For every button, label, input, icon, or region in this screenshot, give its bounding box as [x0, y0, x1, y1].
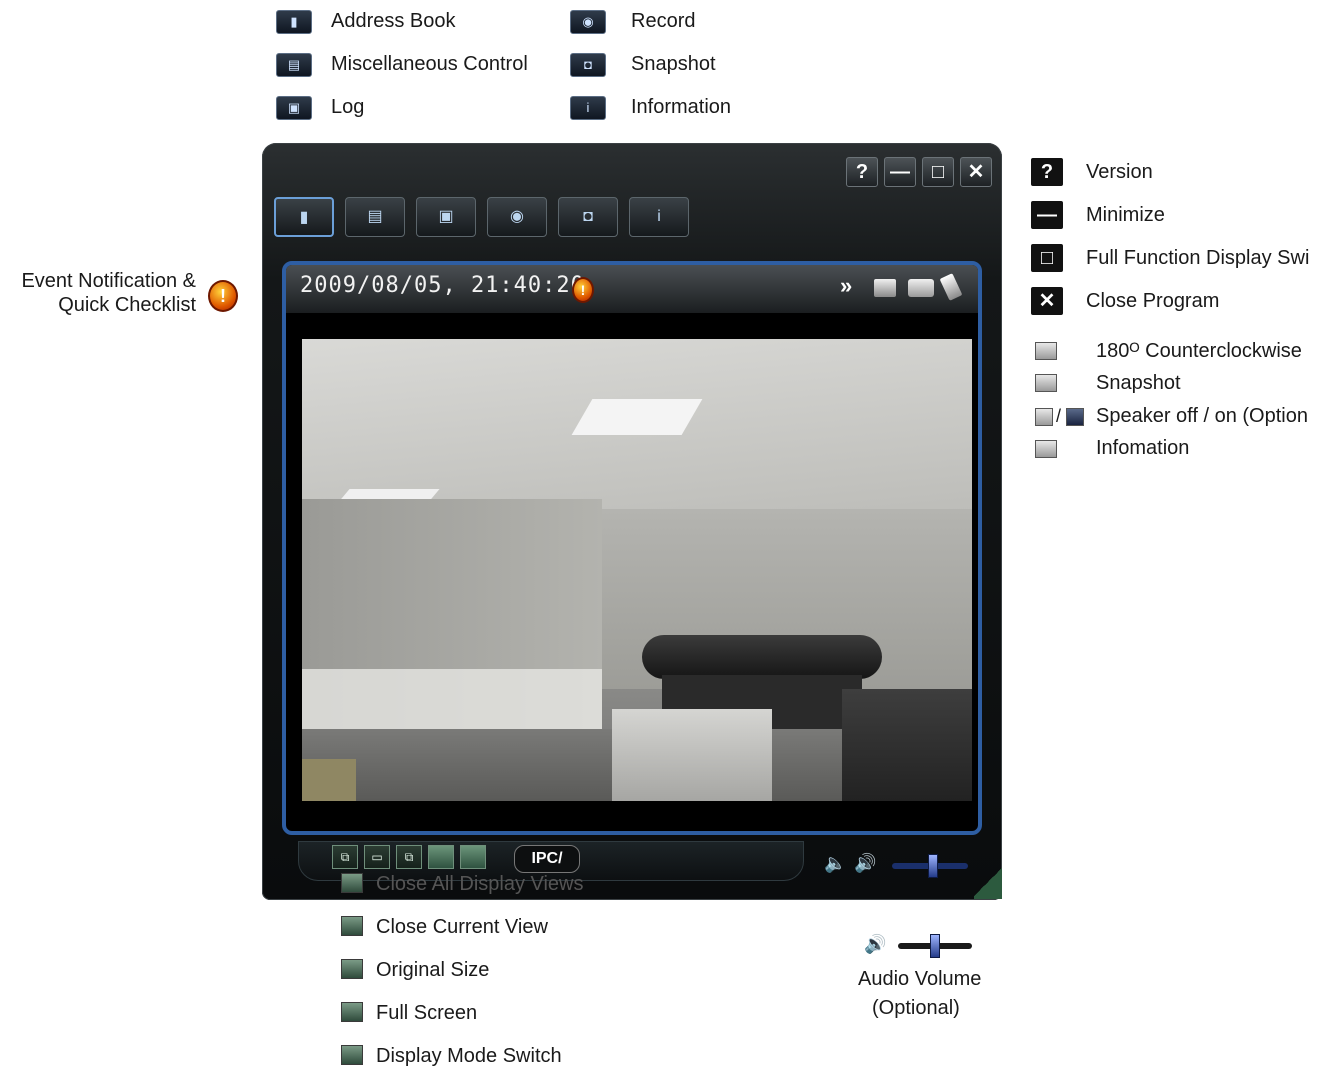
- plotter: [642, 635, 882, 679]
- volume-slider-knob[interactable]: [928, 854, 938, 878]
- rotate-button[interactable]: [874, 279, 896, 297]
- full-function-display-button[interactable]: □: [922, 157, 954, 187]
- legend-close-program: Close Program: [1086, 290, 1220, 312]
- cubicle: [612, 709, 772, 801]
- legend-information: Information: [631, 96, 732, 118]
- annotation-quick-checklist: Quick Checklist: [58, 294, 196, 316]
- camera-snapshot-icon: [1035, 374, 1057, 392]
- ceiling-light: [571, 399, 703, 435]
- legend-original-size: Original Size: [376, 959, 490, 981]
- legend-speaker: Speaker off / on (Option: [1096, 405, 1308, 427]
- legend-version: Version: [1086, 161, 1153, 183]
- close-current-view-button[interactable]: ▭: [364, 845, 390, 869]
- speaker-icon[interactable]: 🔊: [854, 853, 876, 874]
- legend-close-current-view: Close Current View: [376, 916, 548, 938]
- resize-corner[interactable]: [974, 865, 1002, 899]
- timestamp: 2009/08/05, 21:40:20: [300, 273, 585, 298]
- legend-record: Record: [631, 10, 696, 32]
- speaker-on-icon: [1066, 408, 1084, 426]
- legend-misc-control: Miscellaneous Control: [331, 53, 528, 75]
- speaker-off-icon: [1035, 408, 1053, 426]
- information-button[interactable]: i: [629, 197, 689, 237]
- display-mode-switch-button[interactable]: [460, 845, 486, 869]
- log-icon: ▣: [276, 96, 312, 120]
- legend-minimize: Minimize: [1086, 204, 1165, 226]
- event-notification-button[interactable]: !: [572, 277, 594, 303]
- legend-full-function-display: Full Function Display Swi: [1086, 247, 1310, 269]
- app-window: ? — □ ✕ ▮ ▤ ▣ ◉ ◘ i 2009/08/05, 21:40:20…: [262, 143, 1002, 900]
- info-bubble-icon: [1035, 440, 1057, 458]
- audio-speaker-icon: 🔊: [864, 934, 887, 954]
- information-icon: i: [570, 96, 606, 120]
- event-alert-icon: !: [208, 280, 238, 312]
- record-icon: ◉: [570, 10, 606, 34]
- close-current-view-icon: [341, 916, 363, 936]
- version-button[interactable]: ?: [846, 157, 878, 187]
- expand-icon[interactable]: »: [840, 273, 852, 299]
- display-mode-switch-icon: [341, 1045, 363, 1065]
- close-program-icon: ✕: [1031, 287, 1063, 315]
- ipc-tab[interactable]: IPC/: [514, 845, 580, 873]
- desk: [842, 689, 972, 801]
- legend-snapshot: Snapshot: [631, 53, 716, 75]
- annotation-event-notification: Event Notification &: [21, 270, 196, 292]
- minimize-button[interactable]: —: [884, 157, 916, 187]
- rotate-icon: [1035, 342, 1057, 360]
- original-size-icon: [341, 959, 363, 979]
- slash-separator: /: [1056, 406, 1062, 426]
- full-screen-button[interactable]: [428, 845, 454, 869]
- legend-display-mode-switch: Display Mode Switch: [376, 1045, 562, 1067]
- miscellaneous-control-button[interactable]: ▤: [345, 197, 405, 237]
- audio-volume-knob: [930, 934, 940, 958]
- close-all-views-button[interactable]: ⧉: [332, 845, 358, 869]
- close-button[interactable]: ✕: [960, 157, 992, 187]
- snapshot-button[interactable]: ◘: [558, 197, 618, 237]
- version-icon: ?: [1031, 158, 1063, 186]
- annotation-optional: (Optional): [872, 997, 960, 1019]
- address-book-icon: ▮: [276, 10, 312, 34]
- snapshot-camera-button[interactable]: [908, 279, 934, 297]
- camera-feed[interactable]: [302, 339, 972, 801]
- original-size-button[interactable]: ⧉: [396, 845, 422, 869]
- mute-icon[interactable]: 🔈: [824, 853, 846, 874]
- legend-camera-snapshot: Snapshot: [1096, 372, 1181, 394]
- annotation-audio-volume: Audio Volume: [858, 968, 982, 990]
- speaker-toggle-button[interactable]: [939, 273, 963, 301]
- legend-log: Log: [331, 96, 365, 118]
- legend-rotate: 180ᴼ Counterclockwise: [1096, 340, 1302, 362]
- snapshot-icon: ◘: [570, 53, 606, 77]
- close-all-views-icon: [341, 873, 363, 893]
- video-viewer: 2009/08/05, 21:40:20 ! »: [282, 261, 982, 835]
- miscellaneous-control-icon: ▤: [276, 53, 312, 77]
- viewer-header: 2009/08/05, 21:40:20 ! »: [286, 265, 978, 313]
- full-screen-icon: [341, 1002, 363, 1022]
- legend-close-all-views: Close All Display Views: [376, 873, 584, 895]
- log-button[interactable]: ▣: [416, 197, 476, 237]
- full-function-display-icon: □: [1031, 244, 1063, 272]
- minimize-icon: —: [1031, 201, 1063, 229]
- box: [302, 759, 356, 801]
- legend-full-screen: Full Screen: [376, 1002, 478, 1024]
- legend-infomation: Infomation: [1096, 437, 1190, 459]
- legend-address-book: Address Book: [331, 10, 456, 32]
- address-book-button[interactable]: ▮: [274, 197, 334, 237]
- record-button[interactable]: ◉: [487, 197, 547, 237]
